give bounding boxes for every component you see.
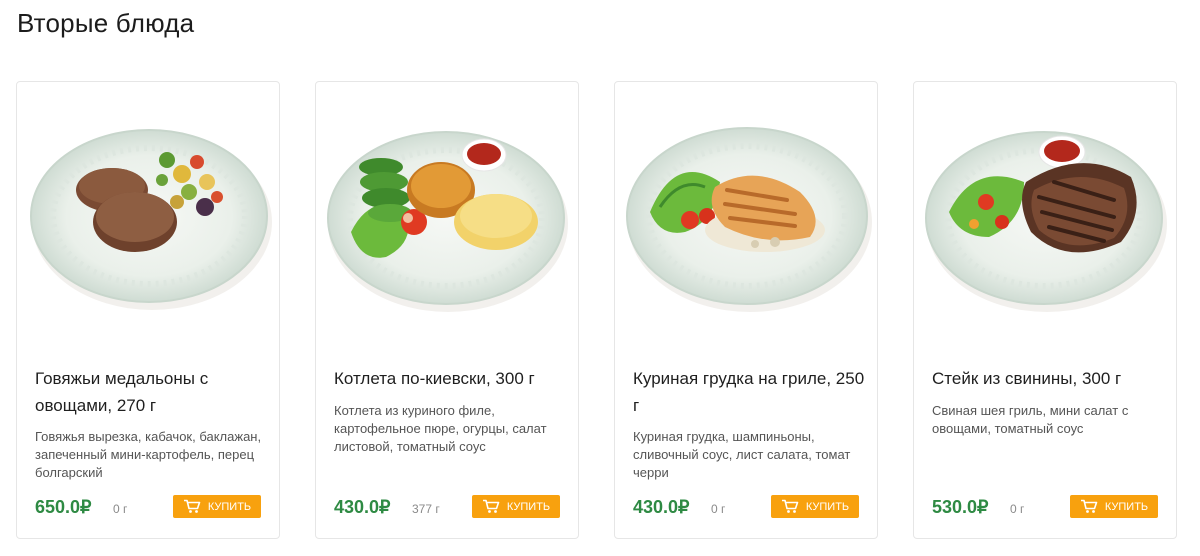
product-price: 430.0₽ [334,497,391,517]
cart-icon [1080,499,1098,514]
buy-button[interactable]: Купить [1070,495,1158,518]
product-title[interactable]: Говяжьи медальоны с овощами, 270 г [35,365,267,419]
card-footer: 430.0₽ 0 г Купить [633,495,859,521]
product-card[interactable]: Куриная грудка на гриле, 250 г Куриная г… [614,81,878,539]
card-footer: 530.0₽ 0 г Купить [932,495,1158,521]
product-description: Котлета из куриного филе, картофельное п… [334,403,547,454]
cart-icon [482,499,500,514]
product-weight: 0 г [113,502,128,516]
product-title[interactable]: Стейк из свинины, 300 г [932,365,1164,392]
product-card[interactable]: Говяжьи медальоны с овощами, 270 г Говяж… [16,81,280,539]
card-footer: 430.0₽ 377 г Купить [334,495,560,521]
buy-button-label: Купить [805,500,850,513]
buy-button-label: Купить [506,500,551,513]
cart-icon [781,499,799,514]
product-weight: 0 г [1010,502,1025,516]
product-image[interactable] [316,82,578,344]
product-image[interactable] [17,82,279,344]
product-title[interactable]: Куриная грудка на гриле, 250 г [633,365,865,419]
product-weight: 0 г [711,502,726,516]
product-price: 430.0₽ [633,497,690,517]
buy-button-label: Купить [1104,500,1149,513]
product-card[interactable]: Котлета по-киевски, 300 г Котлета из кур… [315,81,579,539]
product-image[interactable] [615,82,877,344]
buy-button[interactable]: Купить [472,495,560,518]
product-price: 650.0₽ [35,497,92,517]
product-weight: 377 г [412,502,440,516]
cart-icon [183,499,201,514]
product-price: 530.0₽ [932,497,989,517]
buy-button[interactable]: Купить [771,495,859,518]
card-footer: 650.0₽ 0 г Купить [35,495,261,521]
product-image[interactable] [914,82,1176,344]
product-description: Куриная грудка, шампиньоны, сливочный со… [633,429,851,480]
buy-button-label: Купить [207,500,252,513]
product-card[interactable]: Стейк из свинины, 300 г Свиная шея гриль… [913,81,1177,539]
buy-button[interactable]: Купить [173,495,261,518]
product-description: Свиная шея гриль, мини салат с овощами, … [932,403,1129,436]
section-title: Вторые блюда [17,8,195,38]
product-description: Говяжья вырезка, кабачок, баклажан, запе… [35,429,262,480]
product-title[interactable]: Котлета по-киевски, 300 г [334,365,566,392]
